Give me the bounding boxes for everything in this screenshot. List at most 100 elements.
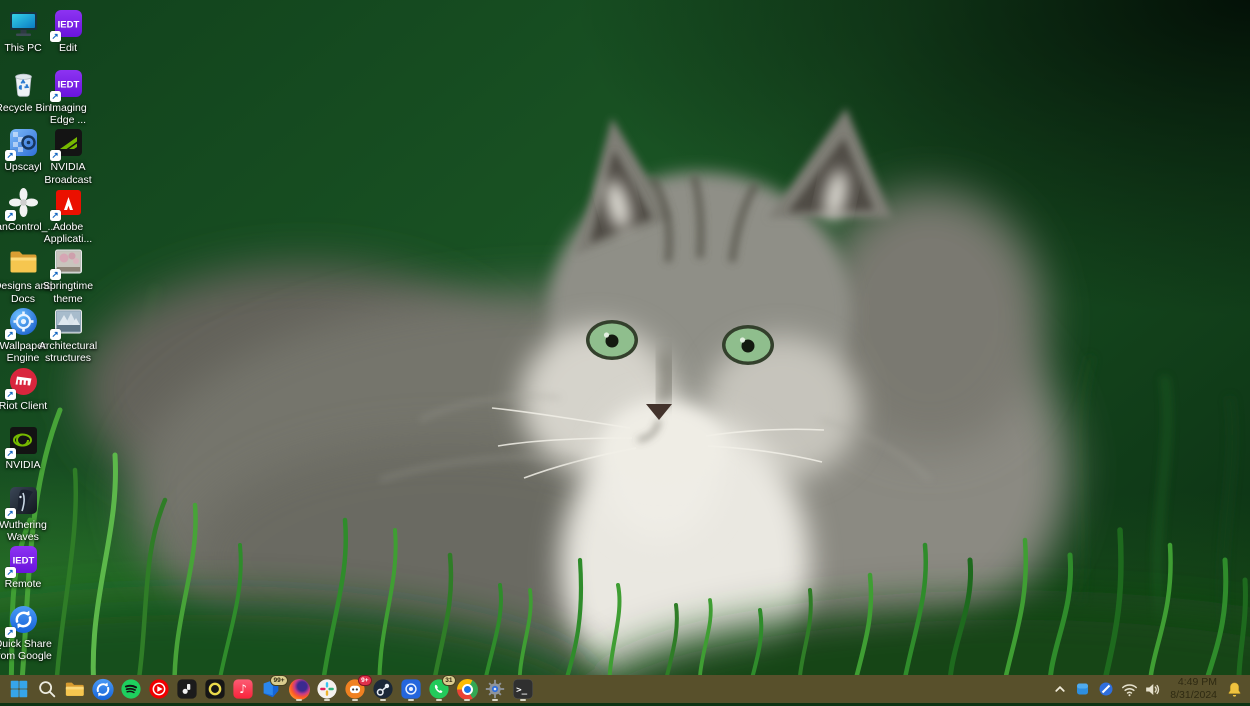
nvbroadcast-icon: ↗: [52, 126, 85, 159]
adobe-icon: ↗: [52, 186, 85, 219]
taskbar-firefox[interactable]: [286, 676, 312, 702]
desktop-icon-label: Springtime theme: [36, 280, 100, 305]
taskbar-search-button[interactable]: [34, 676, 60, 702]
springimg-icon: ↗: [52, 245, 85, 278]
taskbar-chat-app[interactable]: 9+: [342, 676, 368, 702]
desktop-icon-riot-client[interactable]: ↗Riot Client: [0, 365, 55, 412]
iedt-icon: IEDT↗: [52, 67, 85, 100]
taskbar-messaging-app[interactable]: 99+: [258, 676, 284, 702]
monitor-icon: [7, 7, 40, 40]
shortcut-arrow-icon: ↗: [5, 448, 16, 459]
desktop-icon-label: NVIDIA Broadcast: [36, 161, 100, 186]
desktop-icon-edit[interactable]: IEDT↗Edit: [36, 7, 100, 54]
taskbar-start-button[interactable]: [6, 676, 32, 702]
desktop-icon-label: Adobe Applicati...: [36, 221, 100, 246]
svg-text:>_: >_: [516, 685, 528, 696]
taskbar-apple-music[interactable]: ♪: [230, 676, 256, 702]
taskbar-spotify[interactable]: [118, 676, 144, 702]
shortcut-arrow-icon: ↗: [5, 210, 16, 221]
running-indicator: [296, 699, 302, 702]
wengine-icon: ↗: [7, 305, 40, 338]
taskbar-camera-app[interactable]: [398, 676, 424, 702]
shortcut-arrow-icon: ↗: [5, 567, 16, 578]
taskbar-youtube-music[interactable]: [146, 676, 172, 702]
desktop-icon-remote[interactable]: IEDT↗Remote: [0, 543, 55, 590]
desktop-icon-label: Riot Client: [0, 400, 47, 412]
svg-text:IEDT: IEDT: [57, 79, 79, 90]
shortcut-arrow-icon: ↗: [50, 329, 61, 340]
running-indicator: [324, 699, 330, 702]
taskbar-quick-share-app[interactable]: [90, 676, 116, 702]
shortcut-arrow-icon: ↗: [5, 329, 16, 340]
desktop-icon-springtime-theme[interactable]: ↗Springtime theme: [36, 245, 100, 305]
tray-wifi-icon[interactable]: [1118, 676, 1140, 702]
upscayl-icon: ↗: [7, 126, 40, 159]
messaging-app-badge: 99+: [270, 675, 288, 686]
taskbar-apps: ♪ 99+ 9+ 31 >_: [0, 675, 537, 703]
tray-hidden-icons-chevron-icon[interactable]: [1049, 676, 1071, 702]
desktop-icon-quick-share-from-google[interactable]: ↗Quick Share from Google: [0, 603, 55, 663]
shortcut-arrow-icon: ↗: [50, 91, 61, 102]
taskbar-file-explorer[interactable]: [62, 676, 88, 702]
svg-text:♪: ♪: [239, 682, 247, 696]
quickshare-icon: ↗: [7, 603, 40, 636]
taskbar-ring-app[interactable]: [202, 676, 228, 702]
system-tray: 4:49 PM 8/31/2024: [1049, 675, 1250, 703]
desktop-icon-label: Wuthering Waves: [0, 519, 55, 544]
tray-tray-app-blue-square-icon[interactable]: [1072, 676, 1094, 702]
desktop-icon-label: Quick Share from Google: [0, 638, 55, 663]
archimg-icon: ↗: [52, 305, 85, 338]
shortcut-arrow-icon: ↗: [5, 627, 16, 638]
desktop-icon-label: Edit: [59, 42, 77, 54]
shortcut-arrow-icon: ↗: [5, 389, 16, 400]
taskbar-slack[interactable]: [314, 676, 340, 702]
folder-icon: [7, 245, 40, 278]
taskbar-clock[interactable]: 4:49 PM 8/31/2024: [1170, 676, 1217, 702]
desktop-icon-label: NVIDIA: [5, 459, 40, 471]
shortcut-arrow-icon: ↗: [50, 269, 61, 280]
recycle-icon: [7, 67, 40, 100]
whatsapp-badge: 31: [442, 675, 456, 686]
wuwa-icon: ↗: [7, 484, 40, 517]
shortcut-arrow-icon: ↗: [5, 508, 16, 519]
nvidia-icon: ↗: [7, 424, 40, 457]
desktop-icon-imaging-edge[interactable]: IEDT↗Imaging Edge ...: [36, 67, 100, 127]
desktop-icon-adobe-applicati[interactable]: ↗Adobe Applicati...: [36, 186, 100, 246]
taskbar-steam[interactable]: [370, 676, 396, 702]
running-indicator: [380, 699, 386, 702]
shortcut-arrow-icon: ↗: [50, 210, 61, 221]
running-indicator: [520, 699, 526, 702]
desktop-icon-label: Remote: [5, 578, 42, 590]
shortcut-arrow-icon: ↗: [50, 31, 61, 42]
running-indicator: [352, 699, 358, 702]
taskbar-chrome[interactable]: [454, 676, 480, 702]
desktop-icon-nvidia[interactable]: ↗NVIDIA: [0, 424, 55, 471]
taskbar: ♪ 99+ 9+ 31 >_ 4:49 PM 8/31/2024: [0, 675, 1250, 703]
desktop-icon-label: Architectural structures: [36, 340, 100, 365]
running-indicator: [436, 699, 442, 702]
taskbar-settings[interactable]: [482, 676, 508, 702]
desktop-icon-label: Imaging Edge ...: [36, 102, 100, 127]
iedt-icon: IEDT↗: [52, 7, 85, 40]
taskbar-media-app[interactable]: [174, 676, 200, 702]
svg-text:IEDT: IEDT: [57, 20, 79, 31]
desktop-icon-architectural-structures[interactable]: ↗Architectural structures: [36, 305, 100, 365]
desktop-icon-nvidia-broadcast[interactable]: ↗NVIDIA Broadcast: [36, 126, 100, 186]
notification-bell-icon[interactable]: [1223, 676, 1245, 702]
clock-time: 4:49 PM: [1170, 676, 1217, 689]
desktop-icons: This PCIEDT↗EditRecycle BinIEDT↗Imaging …: [0, 0, 1250, 675]
svg-text:IEDT: IEDT: [12, 556, 34, 567]
desktop-icon-wuthering-waves[interactable]: ↗Wuthering Waves: [0, 484, 55, 544]
running-indicator: [408, 699, 414, 702]
chat-app-badge: 9+: [358, 675, 372, 686]
shortcut-arrow-icon: ↗: [5, 150, 16, 161]
running-indicator: [464, 699, 470, 702]
taskbar-whatsapp[interactable]: 31: [426, 676, 452, 702]
taskbar-terminal[interactable]: >_: [510, 676, 536, 702]
iedt-icon: IEDT↗: [7, 543, 40, 576]
riot-icon: ↗: [7, 365, 40, 398]
shortcut-arrow-icon: ↗: [50, 150, 61, 161]
fan-icon: ↗: [7, 186, 40, 219]
tray-volume-icon[interactable]: [1141, 676, 1163, 702]
tray-tray-app-blue-circle-icon[interactable]: [1095, 676, 1117, 702]
